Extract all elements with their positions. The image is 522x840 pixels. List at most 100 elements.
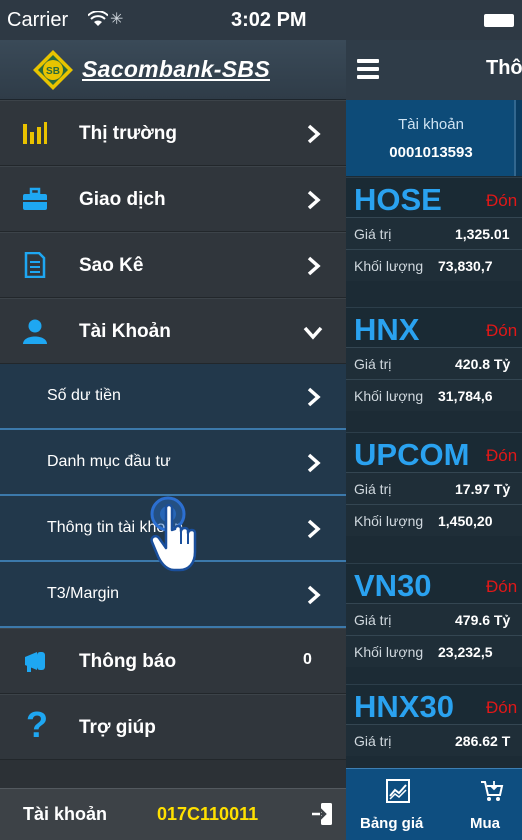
market-status: Đón (486, 191, 518, 210)
market-header: HNX Đón (346, 307, 522, 347)
tab-label: Mua (470, 815, 500, 832)
market-row-value: 73,830,7 (438, 258, 493, 274)
main-content: Thô Tài khoản 0001013593 HOSE Đón Giá tr… (346, 0, 522, 840)
market-row-label: Khối lượng (354, 513, 424, 529)
market-row-value: 1,450,20 (438, 513, 493, 529)
market-row: Giá trị 17.97 Tỷ (346, 472, 522, 504)
market-row: Giá trị 1,325.01 (346, 217, 522, 249)
menu-item-notifications[interactable]: Thông báo 0 (0, 628, 346, 694)
market-header: VN30 Đón (346, 563, 522, 603)
menu-item-label: Giao dịch (79, 189, 166, 210)
menu-item-label: Thông báo (79, 651, 177, 672)
chevron-right-icon (307, 124, 321, 144)
market-status: Đón (486, 577, 518, 596)
market-name: HNX30 (354, 689, 454, 724)
megaphone-icon (25, 652, 45, 672)
market-row-label: Giá trị (354, 733, 392, 749)
menu-item-statement[interactable]: Sao Kê (0, 232, 346, 298)
market-row-value: 479.6 Tỷ (455, 612, 511, 628)
chevron-right-icon (307, 387, 321, 407)
page-title: Thô (486, 57, 522, 79)
chart-line-icon (386, 779, 410, 803)
top-navigation-bar: Thô (346, 40, 522, 100)
account-tab-bar: Tài khoản 0001013593 (346, 100, 522, 176)
menu-item-label: Tài Khoản (79, 321, 171, 342)
market-row-value: 1,325.01 (455, 226, 510, 242)
submenu-item-cash-balance[interactable]: Số dư tiền (0, 364, 346, 430)
market-header: UPCOM Đón (346, 432, 522, 472)
activity-indicator-icon: ✳ (110, 11, 124, 28)
market-status: Đón (486, 698, 518, 717)
account-tab-label: Tài khoản (398, 116, 464, 133)
market-row: Giá trị 420.8 Tỷ (346, 347, 522, 379)
wifi-icon (88, 11, 108, 26)
status-bar-right (346, 0, 522, 40)
market-row: Giá trị 479.6 Tỷ (346, 603, 522, 635)
market-header: HOSE Đón (346, 177, 522, 217)
brand-header: SB Sacombank-SBS (0, 40, 346, 100)
menu-item-market[interactable]: Thị trường (0, 100, 346, 166)
market-row-label: Giá trị (354, 481, 392, 497)
market-row-label: Khối lượng (354, 258, 424, 274)
hamburger-menu-icon[interactable] (357, 57, 379, 81)
menu-item-trading[interactable]: Giao dịch (0, 166, 346, 232)
market-row: Khối lượng 31,784,6 (346, 379, 522, 411)
cart-icon (481, 781, 504, 801)
market-row: Khối lượng 73,830,7 (346, 249, 522, 281)
clock: 3:02 PM (231, 9, 307, 31)
submenu-item-label: T3/Margin (47, 585, 120, 602)
chevron-right-icon (307, 585, 321, 605)
status-bar: Carrier ✳ 3:02 PM (0, 0, 346, 40)
tap-gesture-hand-icon (150, 496, 197, 572)
tab-label: Bảng giá (360, 815, 424, 832)
market-row: Giá trị 286.62 T (346, 724, 522, 756)
market-name: HNX (354, 312, 420, 347)
tab-buy[interactable]: Mua (450, 769, 522, 840)
briefcase-icon (23, 187, 47, 210)
logout-icon[interactable] (311, 802, 333, 826)
market-row-label: Giá trị (354, 612, 392, 628)
carrier-label: Carrier (7, 9, 69, 31)
tab-price-board[interactable]: Bảng giá (346, 769, 450, 840)
submenu-item-label: Số dư tiền (47, 387, 121, 404)
footer-account-label: Tài khoản (23, 804, 108, 824)
menu-item-account[interactable]: Tài Khoản (0, 298, 346, 364)
svg-text:SB: SB (46, 66, 60, 77)
market-row: Khối lượng 23,232,5 (346, 635, 522, 667)
market-row-value: 17.97 Tỷ (455, 481, 511, 497)
market-row-value: 31,784,6 (438, 388, 493, 404)
market-name: UPCOM (354, 437, 470, 472)
menu-item-label: Sao Kê (79, 255, 144, 276)
market-row-label: Giá trị (354, 226, 392, 242)
menu-item-label: Thị trường (79, 123, 177, 144)
account-tab[interactable]: Tài khoản 0001013593 (346, 100, 516, 176)
notification-count: 0 (303, 651, 312, 668)
navigation-drawer: Carrier ✳ 3:02 PM SB Sacombank-SBS Thị t… (0, 0, 346, 840)
sacombank-logo-icon: SB (33, 50, 73, 90)
chevron-right-icon (307, 256, 321, 276)
market-status: Đón (486, 446, 518, 465)
menu-item-help[interactable]: ? Trợ giúp (0, 694, 346, 760)
user-icon (23, 319, 47, 344)
market-row-value: 286.62 T (455, 733, 511, 749)
market-row-value: 23,232,5 (438, 644, 493, 660)
account-footer: Tài khoản 017C110011 (0, 788, 346, 840)
market-name: HOSE (354, 182, 442, 217)
menu-item-label: Trợ giúp (79, 717, 156, 738)
chevron-right-icon (307, 190, 321, 210)
market-row-value: 420.8 Tỷ (455, 356, 511, 372)
chevron-right-icon (307, 519, 321, 539)
market-row: Khối lượng 1,450,20 (346, 504, 522, 536)
brand-name: Sacombank-SBS (82, 56, 270, 82)
market-row-label: Khối lượng (354, 644, 424, 660)
market-status: Đón (486, 321, 518, 340)
document-icon (24, 252, 46, 278)
submenu-item-portfolio[interactable]: Danh mục đầu tư (0, 430, 346, 496)
market-header: HNX30 Đón (346, 684, 522, 724)
submenu-item-label: Danh mục đầu tư (47, 453, 171, 470)
market-row-label: Giá trị (354, 356, 392, 372)
account-tab-number: 0001013593 (389, 144, 473, 161)
footer-account-number: 017C110011 (157, 804, 259, 824)
market-row-label: Khối lượng (354, 388, 424, 404)
battery-icon (484, 14, 514, 27)
